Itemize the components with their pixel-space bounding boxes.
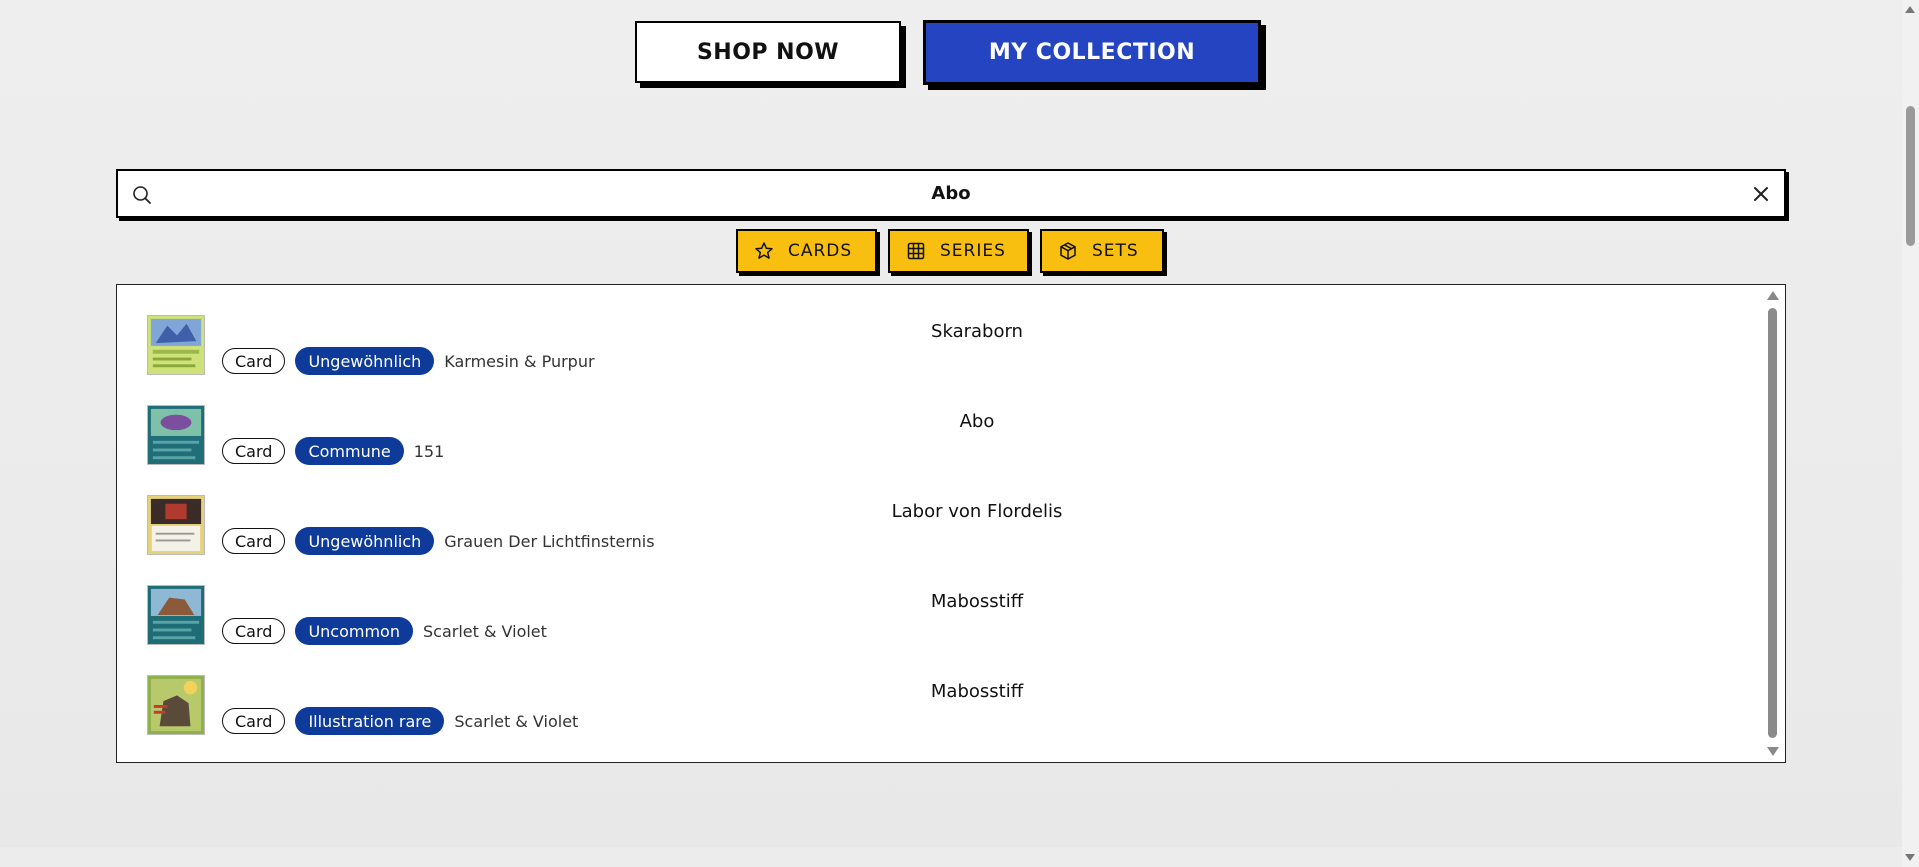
result-title: Skaraborn [931, 321, 1023, 342]
result-title: Mabosstiff [930, 591, 1024, 612]
result-title: Abo [959, 411, 995, 432]
close-icon[interactable] [1752, 185, 1770, 203]
box-icon [1060, 242, 1076, 260]
set-name: Grauen Der Lichtfinsternis [444, 531, 655, 551]
result-title: Mabosstiff [930, 681, 1024, 702]
list-item[interactable]: Skaraborn Card Ungewöhnlich Karmesin & P… [117, 315, 1757, 405]
page-scroll-up-icon[interactable] [1905, 6, 1915, 13]
star-icon [755, 242, 773, 259]
result-tags: Card Commune 151 [222, 437, 444, 465]
card-thumbnail [147, 405, 205, 465]
card-thumbnail [147, 675, 205, 735]
filter-cards-label: CARDS [788, 241, 853, 261]
rarity-badge: Illustration rare [295, 707, 445, 735]
filter-sets-label: SETS [1092, 241, 1139, 261]
page-scrollbar[interactable] [1902, 0, 1919, 867]
scroll-up-icon[interactable] [1767, 291, 1779, 300]
set-name: Scarlet & Violet [422, 621, 547, 641]
list-item[interactable]: Abo Card Commune 151 [117, 405, 1757, 495]
list-item[interactable]: Mabosstiff Card Uncommon Scarlet & Viole… [117, 585, 1757, 675]
filter-series-button[interactable]: SERIES [888, 229, 1029, 273]
result-tags: Card Ungewöhnlich Grauen Der Lichtfinste… [222, 527, 655, 555]
search-icon [133, 186, 151, 204]
filter-sets-button[interactable]: SETS [1040, 229, 1164, 273]
grid-icon [907, 242, 925, 260]
list-item[interactable]: Mabosstiff Card Illustration rare Scarle… [117, 675, 1757, 765]
rarity-badge: Uncommon [295, 617, 413, 645]
type-badge: Card [222, 708, 286, 734]
set-name: Scarlet & Violet [454, 711, 579, 731]
type-badge: Card [222, 438, 286, 464]
type-badge: Card [222, 348, 286, 374]
set-name: 151 [413, 441, 445, 461]
card-thumbnail [147, 585, 205, 645]
rarity-badge: Ungewöhnlich [295, 347, 435, 375]
type-badge: Card [222, 528, 286, 554]
search-bar [116, 169, 1786, 218]
result-tags: Card Uncommon Scarlet & Violet [222, 617, 547, 645]
scrollbar-thumb[interactable] [1768, 308, 1777, 738]
scroll-down-icon[interactable] [1767, 747, 1779, 756]
search-input[interactable] [168, 171, 1734, 216]
rarity-badge: Commune [295, 437, 404, 465]
set-name: Karmesin & Purpur [444, 351, 595, 371]
shop-now-button[interactable]: SHOP NOW [635, 21, 901, 83]
card-thumbnail [147, 495, 205, 555]
rarity-badge: Ungewöhnlich [295, 527, 435, 555]
results-scrollbar[interactable] [1761, 285, 1785, 762]
result-title: Labor von Flordelis [891, 501, 1063, 522]
card-thumbnail [147, 315, 205, 375]
my-collection-button[interactable]: MY COLLECTION [923, 20, 1261, 85]
results-list: Skaraborn Card Ungewöhnlich Karmesin & P… [116, 284, 1786, 763]
page-scroll-down-icon[interactable] [1905, 854, 1915, 861]
result-tags: Card Illustration rare Scarlet & Violet [222, 707, 578, 735]
horizontal-scrollbar[interactable] [0, 847, 1902, 867]
filter-cards-button[interactable]: CARDS [736, 229, 877, 273]
filter-series-label: SERIES [940, 241, 1006, 261]
type-badge: Card [222, 618, 286, 644]
page-scrollbar-thumb[interactable] [1906, 106, 1915, 246]
list-item[interactable]: Labor von Flordelis Card Ungewöhnlich Gr… [117, 495, 1757, 585]
result-tags: Card Ungewöhnlich Karmesin & Purpur [222, 347, 595, 375]
